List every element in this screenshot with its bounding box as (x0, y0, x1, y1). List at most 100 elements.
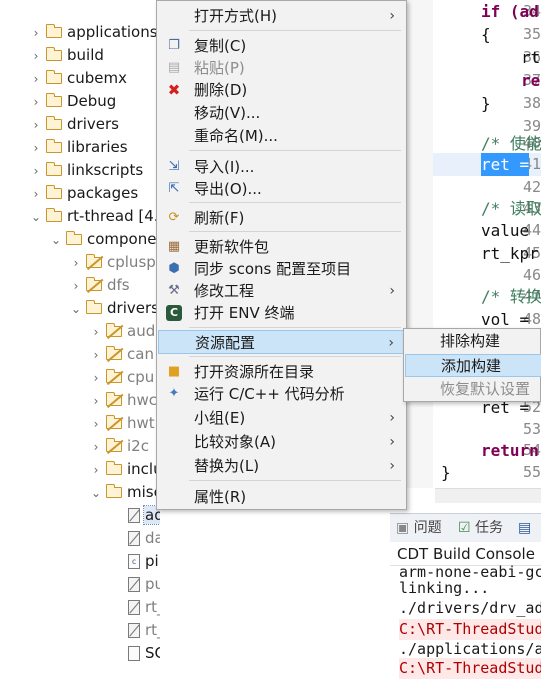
chevron-right-icon: › (389, 434, 395, 450)
menu-item-copy[interactable]: ❐ 复制(C) (158, 34, 405, 58)
chevron-right-icon[interactable]: › (30, 22, 42, 45)
chevron-right-icon[interactable]: › (90, 344, 102, 367)
menu-separator (189, 327, 401, 328)
folder-open-icon (45, 208, 62, 222)
excluded-c-file-icon (128, 508, 140, 523)
tree-item-include[interactable]: › inclu (0, 458, 160, 481)
chevron-right-icon[interactable]: › (30, 183, 42, 206)
excluded-c-file-icon (128, 531, 140, 546)
submenu-item-add-to-build[interactable]: 添加构建 (405, 354, 541, 377)
menu-item-open-containing-folder[interactable]: ■ 打开资源所在目录 (158, 360, 405, 384)
tree-item-packages[interactable]: › packages (0, 182, 160, 205)
submenu-item-restore-defaults[interactable]: 恢复默认设置 (405, 378, 541, 401)
line-number: 46 (522, 266, 541, 284)
tree-item-libraries[interactable]: › libraries (0, 136, 160, 159)
menu-item-compare-with[interactable]: 比较对象(A) › (158, 430, 405, 454)
chevron-down-icon[interactable]: ⌄ (50, 229, 62, 252)
chevron-down-icon[interactable]: ⌄ (70, 298, 82, 321)
menu-item-refresh[interactable]: ⟳ 刷新(F) (158, 206, 405, 230)
chevron-right-icon[interactable]: › (30, 68, 42, 91)
code-line-selected: ret = (481, 153, 530, 176)
menu-item-update-packages[interactable]: ▦ 更新软件包 (158, 235, 405, 259)
code-editor[interactable]: 34 35 36 37 38 39 40 41 42 43 44 45 46 4… (405, 0, 541, 503)
submenu-item-exclude-from-build[interactable]: 排除构建 (405, 330, 541, 353)
tree-item-rt-inputcapture-c[interactable]: rt_inputcapture.c (0, 619, 160, 642)
menu-item-properties[interactable]: 属性(R) (158, 485, 405, 509)
code-line: rt_kpr (481, 244, 539, 263)
chevron-down-icon[interactable]: ⌄ (30, 206, 42, 229)
tree-item-can[interactable]: › can (0, 343, 160, 366)
problems-icon: ▣ (396, 520, 410, 536)
python-icon: ⬢ (168, 261, 180, 276)
chevron-right-icon[interactable]: › (90, 390, 102, 413)
refresh-icon: ⟳ (168, 210, 180, 225)
tree-item-audio[interactable]: › aud (0, 320, 160, 343)
excluded-folder-icon (105, 438, 122, 452)
tree-item-pin-c[interactable]: cpin.c (0, 550, 160, 573)
chevron-right-icon[interactable]: › (90, 321, 102, 344)
folder-icon (105, 461, 122, 475)
analyze-icon: ✦ (168, 386, 180, 401)
tree-item-dac-c[interactable]: dac.c (0, 527, 160, 550)
tree-item-rt-thread[interactable]: ⌄ rt-thread [4. (0, 205, 160, 228)
tree-item-adc-c[interactable]: adc.c (0, 504, 160, 527)
menu-item-import[interactable]: ⇲ 导入(I)... (158, 155, 405, 179)
tree-item-build[interactable]: › build (0, 44, 160, 67)
menu-item-sync-scons[interactable]: ⬢ 同步 scons 配置至项目 (158, 257, 405, 281)
tree-item-applications[interactable]: › applications (0, 21, 160, 44)
chevron-right-icon[interactable]: › (90, 413, 102, 436)
menu-item-team[interactable]: 小组(E) › (158, 406, 405, 430)
tab-problems[interactable]: ▣ 问题 (396, 514, 442, 542)
tree-item-hwcrypto[interactable]: › hwc (0, 389, 160, 412)
menu-item-run-code-analysis[interactable]: ✦ 运行 C/C++ 代码分析 (158, 382, 405, 406)
chevron-right-icon[interactable]: › (70, 275, 82, 298)
tree-item-sconscript[interactable]: SConscript (0, 642, 160, 665)
chevron-right-icon[interactable]: › (30, 114, 42, 137)
menu-item-move[interactable]: 移动(V)... (158, 101, 405, 125)
tree-item-drivers-sub[interactable]: ⌄ drivers (0, 297, 160, 320)
menu-item-open-with[interactable]: 打开方式(H) › (158, 4, 405, 28)
chevron-right-icon[interactable]: › (90, 367, 102, 390)
menu-item-rename[interactable]: 重命名(M)... (158, 124, 405, 148)
code-line: return (481, 441, 539, 460)
chevron-right-icon[interactable]: › (70, 252, 82, 275)
menu-item-delete[interactable]: ✖ 删除(D) (158, 78, 405, 102)
menu-item-export[interactable]: ⇱ 导出(O)... (158, 177, 405, 201)
chevron-right-icon[interactable]: › (90, 436, 102, 459)
tree-item-dfs[interactable]: › dfs (0, 274, 160, 297)
tab-console[interactable]: ▤ (518, 514, 531, 542)
menu-item-paste[interactable]: ▤ 粘贴(P) (158, 56, 405, 80)
tree-item-misc[interactable]: ⌄ misc (0, 481, 160, 504)
tree-item-linkscripts[interactable]: › linkscripts (0, 159, 160, 182)
tree-item-cplusplus[interactable]: › cplusp (0, 251, 160, 274)
horizontal-scrollbar[interactable] (435, 488, 541, 503)
tree-item-pulse-encoder-c[interactable]: pulse_encoder.c (0, 573, 160, 596)
tree-item-components[interactable]: ⌄ compone (0, 228, 160, 251)
tree-item-rt-drv-pwm-c[interactable]: rt_drv_pwm.c (0, 596, 160, 619)
chevron-right-icon[interactable]: › (30, 91, 42, 114)
chevron-right-icon[interactable]: › (90, 459, 102, 482)
tree-item-cputime[interactable]: › cpu (0, 366, 160, 389)
tab-tasks[interactable]: ☑ 任务 (458, 514, 503, 542)
tasks-icon: ☑ (458, 520, 471, 536)
excluded-c-file-icon (128, 577, 140, 592)
line-number-gutter (405, 0, 433, 488)
excluded-c-file-icon (128, 600, 140, 615)
chevron-right-icon[interactable]: › (30, 160, 42, 183)
menu-item-modify-project[interactable]: ⚒ 修改工程 › (158, 279, 405, 303)
delete-icon: ✖ (167, 81, 181, 99)
export-icon: ⇱ (168, 181, 180, 196)
chevron-right-icon: › (389, 8, 395, 24)
tree-item-hwtimer[interactable]: › hwt (0, 412, 160, 435)
tree-item-cubemx[interactable]: › cubemx (0, 67, 160, 90)
chevron-right-icon[interactable]: › (30, 137, 42, 160)
tree-item-i2c[interactable]: › i2c (0, 435, 160, 458)
menu-item-open-env-terminal[interactable]: C 打开 ENV 终端 (158, 301, 405, 325)
menu-item-resource-config[interactable]: 资源配置 › (158, 330, 405, 354)
menu-item-replace-with[interactable]: 替换为(L) › (158, 454, 405, 478)
chevron-right-icon[interactable]: › (30, 45, 42, 68)
chevron-down-icon[interactable]: ⌄ (90, 482, 102, 505)
tree-item-debug[interactable]: › Debug (0, 90, 160, 113)
excluded-folder-icon (85, 254, 102, 268)
tree-item-drivers[interactable]: › drivers (0, 113, 160, 136)
